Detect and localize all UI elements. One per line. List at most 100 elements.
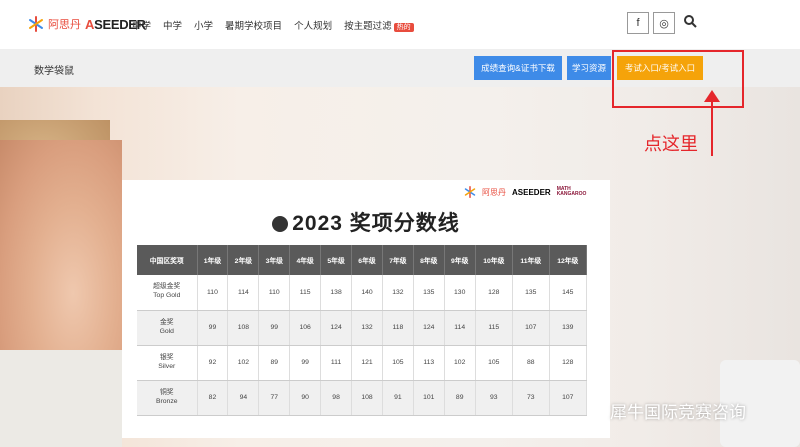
learning-resources-button[interactable]: 学习资源 [567, 56, 611, 80]
score-cell: 128 [549, 345, 588, 381]
table-row: 金奖 Gold 99 108 99 106 124 132 118 124 114 115 107 139 [137, 310, 588, 346]
score-table: 中国区奖项 1年级 2年级 3年级 4年级 5年级 6年级 7年级 8年级 9年… [137, 245, 588, 416]
score-cell: 98 [320, 380, 353, 416]
page-title: 数学袋鼠 [34, 66, 74, 77]
table-header: 5年级 [320, 245, 353, 275]
score-cell: 89 [258, 345, 291, 381]
nav-item-filter-by-topic[interactable]: 按主题过滤 热的 [344, 18, 414, 32]
score-cell: 121 [351, 345, 383, 381]
score-certificate-button[interactable]: 成绩查询&证书下载 [474, 56, 562, 80]
table-row: 银奖 Silver 92 102 89 99 111 121 105 113 102 105 88 128 [137, 345, 588, 381]
score-cell: 135 [512, 275, 550, 311]
score-cell: 73 [512, 380, 550, 416]
score-cell: 114 [444, 310, 476, 346]
score-cell: 105 [475, 345, 513, 381]
score-card: 阿思丹 ASEEDER MATH KANGAROO 2023 奖项分数线 中国区… [122, 180, 610, 438]
logo-star-icon [29, 16, 43, 32]
search-icon[interactable] [683, 14, 697, 28]
score-cell: 110 [258, 275, 291, 311]
score-cell: 113 [413, 345, 445, 381]
score-cell: 110 [197, 275, 229, 311]
score-cell: 77 [258, 380, 291, 416]
card-logos: 阿思丹 ASEEDER MATH KANGAROO [464, 186, 591, 198]
score-cell: 91 [382, 380, 414, 416]
table-row: 超级金奖 Top Gold 110 114 110 115 138 140 132 135 130 1… [137, 275, 588, 311]
table-header: 2年级 [227, 245, 260, 275]
award-name-en: Gold [159, 327, 174, 335]
card-title: 2023 奖项分数线 [122, 207, 610, 237]
award-name-cn: 超级金奖 [153, 283, 181, 291]
score-cell: 106 [289, 310, 322, 346]
score-cell: 132 [351, 310, 383, 346]
score-cell: 115 [289, 275, 322, 311]
medal-icon [272, 216, 289, 232]
score-cell: 107 [512, 310, 550, 346]
card-logo-brand: ASEEDER [512, 187, 551, 197]
table-header: 9年级 [444, 245, 476, 275]
award-name-cell: 铜奖 Bronze [137, 380, 198, 416]
table-header: 3年级 [258, 245, 291, 275]
table-header: 1年级 [197, 245, 229, 275]
table-header: 4年级 [289, 245, 322, 275]
score-cell: 94 [227, 380, 260, 416]
score-cell: 101 [413, 380, 445, 416]
table-header: 6年级 [351, 245, 383, 275]
award-name-cell: 银奖 Silver [137, 345, 198, 381]
score-cell: 88 [512, 345, 550, 381]
score-cell: 99 [258, 310, 291, 346]
main-menu: 中学 中学 小学 暑期学校项目 个人规划 按主题过滤 热的 [132, 18, 414, 32]
watermark: 犀牛国际竞赛咨询 [588, 398, 746, 423]
award-name-en: Top Gold [153, 292, 181, 300]
logo-cn-text: 阿思丹 [48, 19, 81, 31]
nav-item-primary-school[interactable]: 小学 [194, 18, 213, 32]
instagram-icon[interactable]: ◎ [653, 12, 675, 34]
score-cell: 102 [444, 345, 476, 381]
score-cell: 99 [289, 345, 322, 381]
award-name-cn: 银奖 [159, 353, 174, 361]
score-cell: 140 [351, 275, 383, 311]
score-cell: 107 [549, 380, 588, 416]
score-cell: 114 [227, 275, 260, 311]
nav-item-middle-school-2[interactable]: 中学 [163, 18, 182, 32]
score-cell: 132 [382, 275, 414, 311]
score-cell: 111 [320, 345, 353, 381]
top-nav: 阿思丹 ASEEDER 中学 中学 小学 暑期学校项目 个人规划 按主题过滤 热的… [0, 0, 800, 50]
site-logo[interactable]: 阿思丹 ASEEDER [28, 16, 146, 32]
logo-star-icon [464, 186, 476, 198]
score-cell: 124 [413, 310, 445, 346]
nav-item-personal-planning[interactable]: 个人规划 [294, 18, 332, 32]
table-header: 11年级 [512, 245, 550, 275]
score-cell: 82 [197, 380, 229, 416]
table-header: 中国区奖项 [137, 245, 198, 275]
nav-item-summer-school[interactable]: 暑期学校项目 [225, 18, 282, 32]
facebook-icon[interactable]: f [627, 12, 649, 34]
table-row: 铜奖 Bronze 82 94 77 90 98 108 91 101 89 93 73 107 [137, 380, 588, 416]
score-cell: 99 [197, 310, 229, 346]
score-cell: 139 [549, 310, 588, 346]
score-cell: 108 [227, 310, 260, 346]
score-cell: 105 [382, 345, 414, 381]
score-cell: 90 [289, 380, 322, 416]
table-header: 12年级 [549, 245, 588, 275]
nav-item-middle-school[interactable]: 中学 [132, 18, 151, 32]
score-cell: 124 [320, 310, 353, 346]
award-name-en: Bronze [155, 397, 178, 405]
score-cell: 130 [444, 275, 476, 311]
table-header-row: 中国区奖项 1年级 2年级 3年级 4年级 5年级 6年级 7年级 8年级 9年… [137, 245, 588, 275]
score-cell: 93 [475, 380, 513, 416]
score-cell: 118 [382, 310, 414, 346]
score-cell: 128 [475, 275, 513, 311]
math-kangaroo-logo: MATH KANGAROO [556, 186, 587, 197]
award-name-cell: 超级金奖 Top Gold [137, 275, 198, 311]
wechat-icon [588, 401, 606, 420]
score-cell: 102 [227, 345, 260, 381]
photo-child-shirt [0, 350, 122, 447]
score-cell: 135 [413, 275, 445, 311]
award-name-cn: 金奖 [159, 318, 174, 326]
award-name-cell: 金奖 Gold [137, 310, 198, 346]
card-logo-cn: 阿思丹 [482, 187, 506, 197]
table-header: 8年级 [413, 245, 445, 275]
hot-badge: 热的 [393, 23, 414, 32]
score-cell: 138 [320, 275, 353, 311]
score-cell: 108 [351, 380, 383, 416]
